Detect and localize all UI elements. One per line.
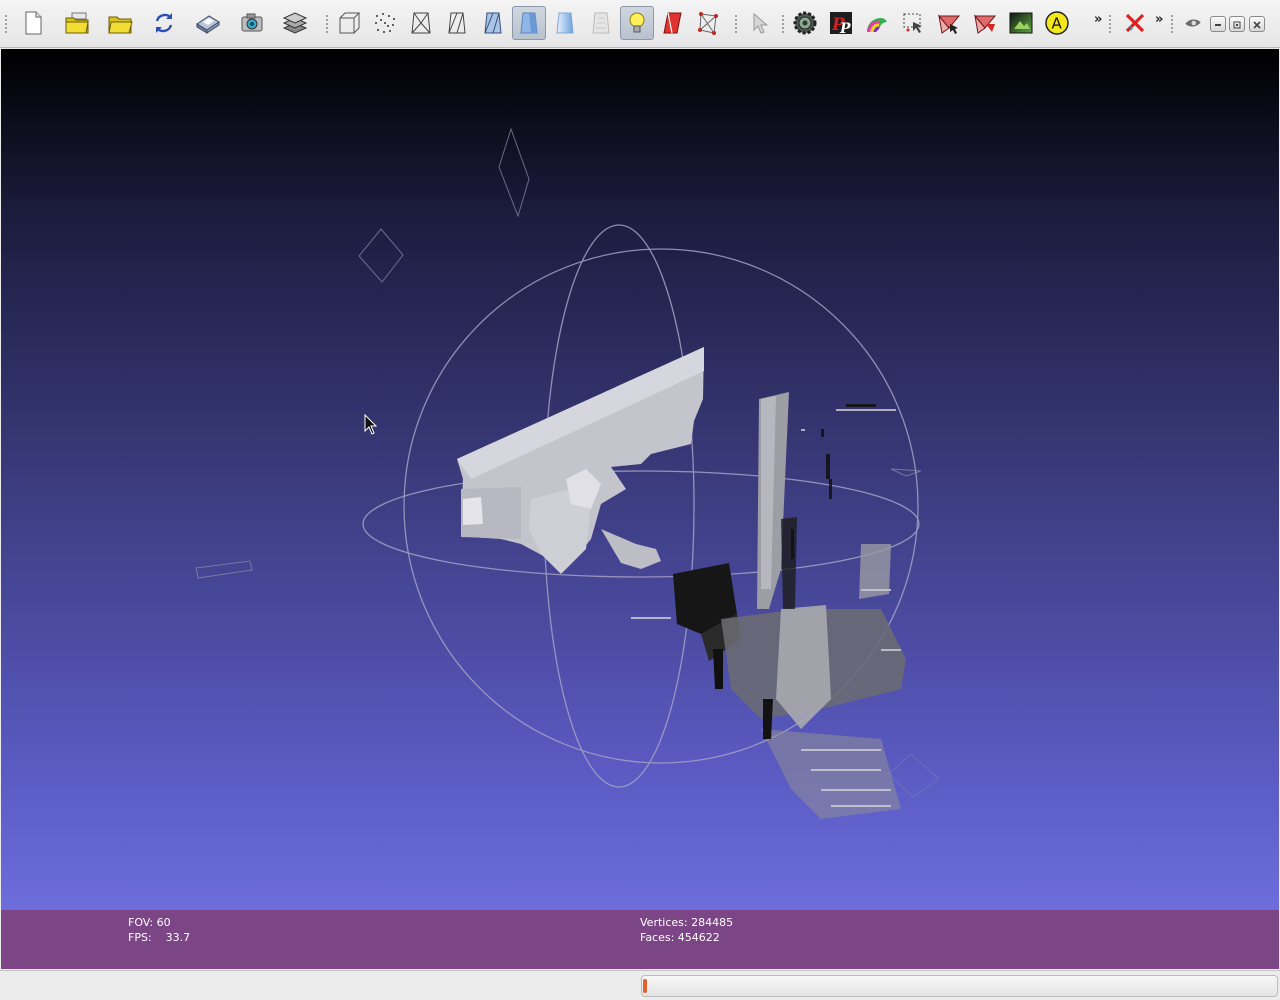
close-button[interactable] — [1249, 16, 1265, 32]
pp-plugin-button[interactable]: PP — [824, 6, 858, 40]
wireframe-button[interactable] — [404, 6, 438, 40]
points-icon — [372, 10, 398, 36]
restore-icon — [1232, 15, 1242, 34]
flat-shading-button[interactable] — [512, 6, 546, 40]
meshlab-window: PP A » » FOV: 60 FPS: 33.7 Vertices: 284… — [0, 0, 1280, 1000]
toolbar-grip[interactable] — [734, 14, 738, 34]
layers-icon — [282, 10, 308, 36]
faces-readout: Faces: 454622 — [640, 931, 720, 944]
reload-button[interactable] — [147, 6, 181, 40]
save-icon — [195, 10, 221, 36]
backface-culling-button[interactable] — [656, 6, 690, 40]
view-eye-button[interactable] — [1178, 6, 1208, 40]
info-overlay: FOV: 60 FPS: 33.7 Vertices: 284485 Faces… — [1, 910, 1279, 969]
select-vertices-icon — [696, 10, 722, 36]
mouse-cursor-icon — [364, 413, 378, 435]
backface-culling-icon — [660, 10, 686, 36]
toolbar-grip[interactable] — [325, 14, 329, 34]
pp-plugin-icon: PP — [828, 10, 854, 36]
image-layer-button[interactable] — [1004, 6, 1038, 40]
snapshot-button[interactable] — [235, 6, 269, 40]
wireframe-icon — [408, 10, 434, 36]
annotation-button[interactable]: A — [1040, 6, 1074, 40]
decorate-button[interactable] — [788, 6, 822, 40]
toolbar-overflow-chevron[interactable]: » — [1155, 12, 1163, 27]
pointer-select-button[interactable] — [742, 6, 776, 40]
toolbar-grip[interactable] — [781, 14, 785, 34]
bounding-box-icon — [336, 10, 362, 36]
smooth-shading-icon — [552, 10, 578, 36]
progress-fill — [643, 979, 647, 993]
close-icon — [1252, 15, 1262, 34]
toolbar-grip[interactable] — [4, 14, 8, 34]
light-bulb-icon — [624, 10, 650, 36]
minimize-button[interactable] — [1210, 16, 1226, 32]
3d-viewport[interactable]: FOV: 60 FPS: 33.7 Vertices: 284485 Faces… — [1, 49, 1279, 969]
status-bar — [0, 970, 1280, 1000]
scene-render — [195, 127, 940, 819]
hidden-lines-icon — [444, 10, 470, 36]
delete-selection-icon — [1122, 10, 1148, 36]
svg-text:A: A — [1052, 15, 1063, 33]
select-region-button[interactable] — [896, 6, 930, 40]
hidden-lines-button[interactable] — [440, 6, 474, 40]
pointer-select-icon — [746, 10, 772, 36]
open-mesh-icon — [107, 10, 133, 36]
new-document-icon — [20, 10, 46, 36]
select-region-icon — [900, 10, 926, 36]
new-document-button[interactable] — [16, 6, 50, 40]
texture-icon — [588, 10, 614, 36]
toolbar-overflow-chevron[interactable]: » — [1094, 12, 1102, 27]
vertices-readout: Vertices: 284485 — [640, 916, 734, 929]
light-button[interactable] — [620, 6, 654, 40]
delete-faces-button[interactable] — [968, 6, 1002, 40]
bounding-box-button[interactable] — [332, 6, 366, 40]
open-project-button[interactable] — [60, 6, 94, 40]
delete-faces-icon — [972, 10, 998, 36]
quality-colorize-button[interactable] — [860, 6, 894, 40]
open-project-icon — [64, 10, 90, 36]
select-faces-button[interactable] — [932, 6, 966, 40]
eye-icon — [1183, 13, 1203, 33]
layers-button[interactable] — [278, 6, 312, 40]
flat-lines-button[interactable] — [476, 6, 510, 40]
svg-text:P: P — [839, 21, 851, 36]
select-faces-icon — [936, 10, 962, 36]
smooth-shading-button[interactable] — [548, 6, 582, 40]
annotation-a-icon: A — [1044, 10, 1070, 36]
fps-readout: FPS: 33.7 — [128, 931, 191, 944]
delete-selection-button[interactable] — [1118, 6, 1152, 40]
toolbar-grip[interactable] — [1108, 14, 1112, 34]
points-button[interactable] — [368, 6, 402, 40]
image-layer-icon — [1008, 10, 1034, 36]
restore-button[interactable] — [1229, 16, 1245, 32]
texture-button[interactable] — [584, 6, 618, 40]
reload-icon — [151, 10, 177, 36]
save-button[interactable] — [191, 6, 225, 40]
quality-colorize-icon — [864, 10, 890, 36]
main-toolbar: PP A » » — [0, 0, 1280, 48]
fov-readout: FOV: 60 — [128, 916, 171, 929]
progress-bar — [641, 975, 1278, 997]
toolbar-grip[interactable] — [1170, 14, 1174, 34]
flat-lines-icon — [480, 10, 506, 36]
minimize-icon — [1213, 15, 1223, 34]
select-vertices-button[interactable] — [692, 6, 726, 40]
decorate-gear-icon — [792, 10, 818, 36]
flat-shading-icon — [516, 10, 542, 36]
snapshot-camera-icon — [239, 10, 265, 36]
point-cloud-mesh — [457, 347, 906, 819]
open-mesh-button[interactable] — [103, 6, 137, 40]
